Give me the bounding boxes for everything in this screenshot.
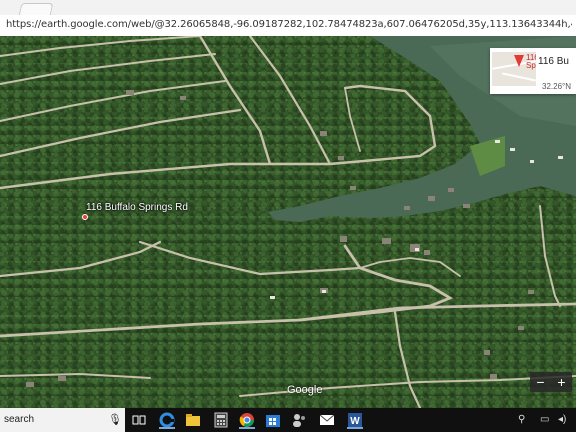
browser-tab-strip [0,0,576,16]
network-icon[interactable]: ▭ [540,414,549,425]
map-thumbnail[interactable]: 116 th Spring [492,52,536,86]
thumbnail-label: 116 th Spring [526,53,536,70]
word-icon[interactable]: W [346,411,364,429]
taskbar-search-box[interactable]: search 🎙 [0,408,125,432]
address-bar[interactable]: https://earth.google.com/web/@32.2606584… [0,15,576,37]
store-icon[interactable] [264,411,282,429]
calculator-icon[interactable] [212,411,230,429]
mail-icon[interactable] [318,411,336,429]
place-label[interactable]: 116 Buffalo Springs Rd [86,202,188,213]
search-label: search [4,414,35,425]
svg-text:W: W [350,416,360,427]
people-tray-icon[interactable]: ⚲ [518,414,525,425]
card-title: 116 Bu [538,56,569,67]
zoom-controls: − + [530,372,572,392]
windows-taskbar: search 🎙 W ⚲ ▭ ◂) [0,408,576,432]
google-attribution: Google [287,384,323,396]
location-pin-icon[interactable] [82,214,88,220]
chrome-icon[interactable] [238,411,256,429]
edge-icon[interactable] [158,411,176,429]
task-view-icon[interactable] [130,411,148,429]
card-coordinates: 32.26°N [542,82,571,91]
people-icon[interactable] [290,411,308,429]
url-text[interactable]: https://earth.google.com/web/@32.2606584… [6,19,572,30]
thumbnail-pin-icon [514,55,524,67]
volume-icon[interactable]: ◂) [558,414,566,425]
file-explorer-icon[interactable] [184,411,202,429]
place-info-card[interactable]: 116 th Spring 116 Bu 32.26°N [490,48,576,94]
zoom-out-button[interactable]: − [536,374,544,390]
zoom-in-button[interactable]: + [557,374,565,390]
mic-icon[interactable]: 🎙 [108,413,122,426]
